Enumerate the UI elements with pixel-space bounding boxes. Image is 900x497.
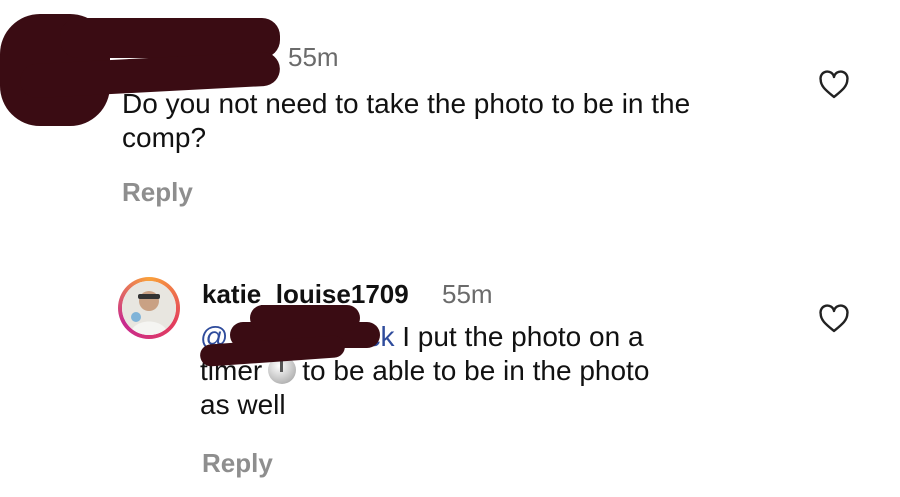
reply-button[interactable]: Reply bbox=[122, 177, 193, 208]
comment-line-1-text: I put the photo on a bbox=[394, 321, 644, 352]
comment-time: 55m bbox=[442, 279, 493, 309]
reply-button[interactable]: Reply bbox=[202, 448, 273, 479]
comment-text: Do you not need to take the photo to be … bbox=[122, 88, 691, 153]
comment-line-2b-text: to be able to be in the photo bbox=[302, 355, 650, 386]
redaction-scribble bbox=[250, 305, 360, 331]
heart-outline-icon[interactable] bbox=[818, 70, 850, 100]
comment-line-3: as well bbox=[200, 389, 286, 420]
heart-outline-icon[interactable] bbox=[818, 304, 850, 334]
avatar-photo bbox=[122, 281, 176, 335]
comment-time: 55m bbox=[288, 42, 339, 72]
avatar[interactable] bbox=[122, 281, 176, 335]
